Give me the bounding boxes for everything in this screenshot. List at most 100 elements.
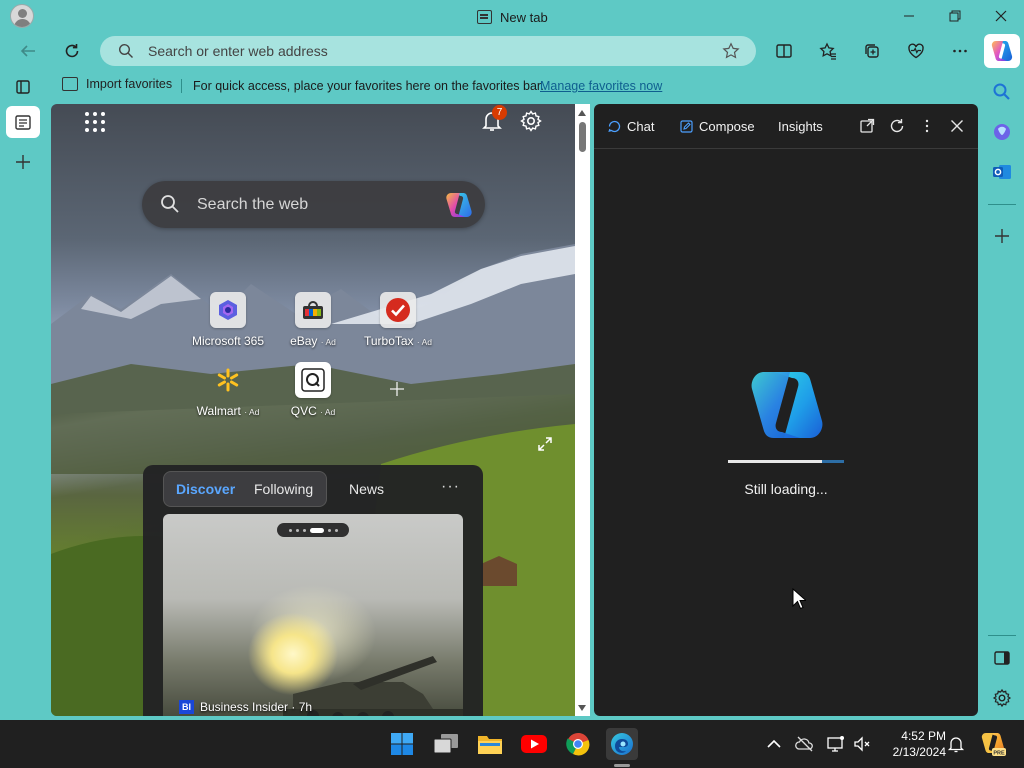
vertical-tabs-bar [0,100,48,720]
feed-more-options[interactable]: ··· [441,478,460,496]
sidebar-add-plus-icon[interactable] [992,226,1012,246]
display-network-icon[interactable] [826,734,846,754]
expand-feed-icon[interactable] [537,436,553,452]
address-placeholder: Search or enter web address [148,43,328,59]
copilot-toolbar-button[interactable] [984,34,1020,68]
start-button[interactable] [386,728,418,760]
active-tab[interactable]: New tab [477,8,548,26]
show-hidden-icons-chevron-icon[interactable] [764,734,784,754]
edge-sidebar [980,72,1024,720]
sidebar-outlook-icon[interactable] [992,162,1012,182]
ad-marker: · Ad [320,407,336,417]
copilot-tab-compose[interactable]: Compose [680,119,755,134]
file-explorer-button[interactable] [474,728,506,760]
sidebar-copilot-icon[interactable] [992,122,1012,142]
favorites-divider [181,79,182,93]
import-favorites-button[interactable]: Import favorites [62,77,172,91]
copilot-tab-label: Compose [699,119,755,134]
quick-link-microsoft-365[interactable]: Microsoft 365 [183,292,273,348]
sidebar-settings-gear-icon[interactable] [992,688,1012,708]
system-clock[interactable]: 4:52 PM 2/13/2024 [880,728,946,760]
split-screen-icon [776,44,792,58]
avatar-head [18,9,27,18]
vertical-tab-new-tab[interactable] [6,106,40,138]
chrome-icon [566,732,590,756]
notification-bell-icon[interactable] [946,734,966,754]
more-vertical-icon[interactable] [919,118,935,134]
task-view-button[interactable] [430,728,462,760]
notification-badge: 7 [492,105,507,120]
open-in-new-tab-icon[interactable] [859,118,875,134]
apps-launcher-icon[interactable] [85,112,105,132]
browser-essentials-button[interactable] [904,39,928,63]
copilot-sidebar-pane: Chat Compose Insights Still loading... [594,104,978,716]
chrome-button[interactable] [562,728,594,760]
refresh-icon[interactable] [889,118,905,134]
youtube-button[interactable] [518,728,550,760]
news-source-label: Business Insider · 7h [200,700,313,714]
onedrive-offline-icon[interactable] [795,734,815,754]
tab-page-icon [477,10,492,24]
search-icon [161,195,179,213]
add-quick-link-plus-icon[interactable] [388,380,406,398]
page-scrollbar[interactable] [575,104,590,716]
collections-button[interactable] [860,39,884,63]
quick-link-walmart[interactable]: Walmart · Ad [183,362,273,418]
refresh-button[interactable] [60,39,84,63]
address-bar[interactable]: Search or enter web address [100,36,756,66]
volume-muted-icon[interactable] [852,734,872,754]
turbotax-icon [380,292,416,328]
new-tab-plus-icon[interactable] [13,152,33,172]
copilot-tab-label: Chat [627,119,655,134]
copilot-logo-icon [751,372,823,438]
news-source: BI Business Insider · 7h [179,700,312,714]
copilot-tab-insights[interactable]: Insights [778,119,823,134]
quick-link-turbotax[interactable]: TurboTax · Ad [353,292,443,348]
tab-actions-icon[interactable] [14,78,32,96]
scroll-thumb[interactable] [579,122,586,152]
quick-link-ebay[interactable]: eBay · Ad [268,292,358,348]
ad-marker: · Ad [244,407,260,417]
ad-marker: · Ad [320,337,336,347]
news-card[interactable]: BI Business Insider · 7h [163,514,463,716]
profile-avatar[interactable] [10,4,34,28]
feed-tab-news[interactable]: News [349,481,384,497]
quick-link-qvc[interactable]: QVC · Ad [268,362,358,418]
qvc-icon [295,362,331,398]
settings-more-button[interactable] [948,39,972,63]
sidebar-divider [988,204,1016,205]
web-search-box[interactable]: Search the web [142,181,485,228]
refresh-icon [65,44,79,58]
windows-taskbar: 4:52 PM 2/13/2024 PRE [0,720,1024,768]
copilot-tab-chat[interactable]: Chat [608,119,654,134]
split-screen-button[interactable] [772,39,796,63]
feed-tab-discover[interactable]: Discover [176,481,235,497]
tab-title-text: New tab [500,9,548,25]
restore-button[interactable] [932,0,978,32]
business-insider-logo: BI [179,700,194,714]
close-icon[interactable] [949,118,965,134]
hide-sidebar-icon[interactable] [992,648,1012,668]
scroll-up-arrow-icon[interactable] [578,110,586,116]
windows-logo-icon [391,733,413,755]
back-button[interactable] [16,39,40,63]
carousel-indicator[interactable] [277,523,349,537]
favorite-star-icon[interactable] [722,42,740,60]
edge-button[interactable] [606,728,638,760]
feed-tab-following[interactable]: Following [254,481,313,497]
copilot-search-icon[interactable] [444,191,474,219]
manage-favorites-link[interactable]: Manage favorites now [540,79,662,93]
sidebar-search-icon[interactable] [992,82,1012,102]
folder-icon [478,736,502,754]
copilot-preview-taskbar-icon[interactable]: PRE [980,731,1006,757]
minimize-button[interactable] [886,0,932,32]
tile-label: Walmart [196,404,241,418]
close-window-button[interactable] [978,0,1024,32]
page-settings-gear-icon[interactable] [519,109,543,133]
copilot-header: Chat Compose Insights [594,104,978,149]
restore-icon [949,10,961,22]
scroll-down-arrow-icon[interactable] [578,705,586,711]
favorites-button[interactable] [816,39,840,63]
chat-bubble-icon [608,120,621,133]
tile-label: Microsoft 365 [191,334,265,348]
